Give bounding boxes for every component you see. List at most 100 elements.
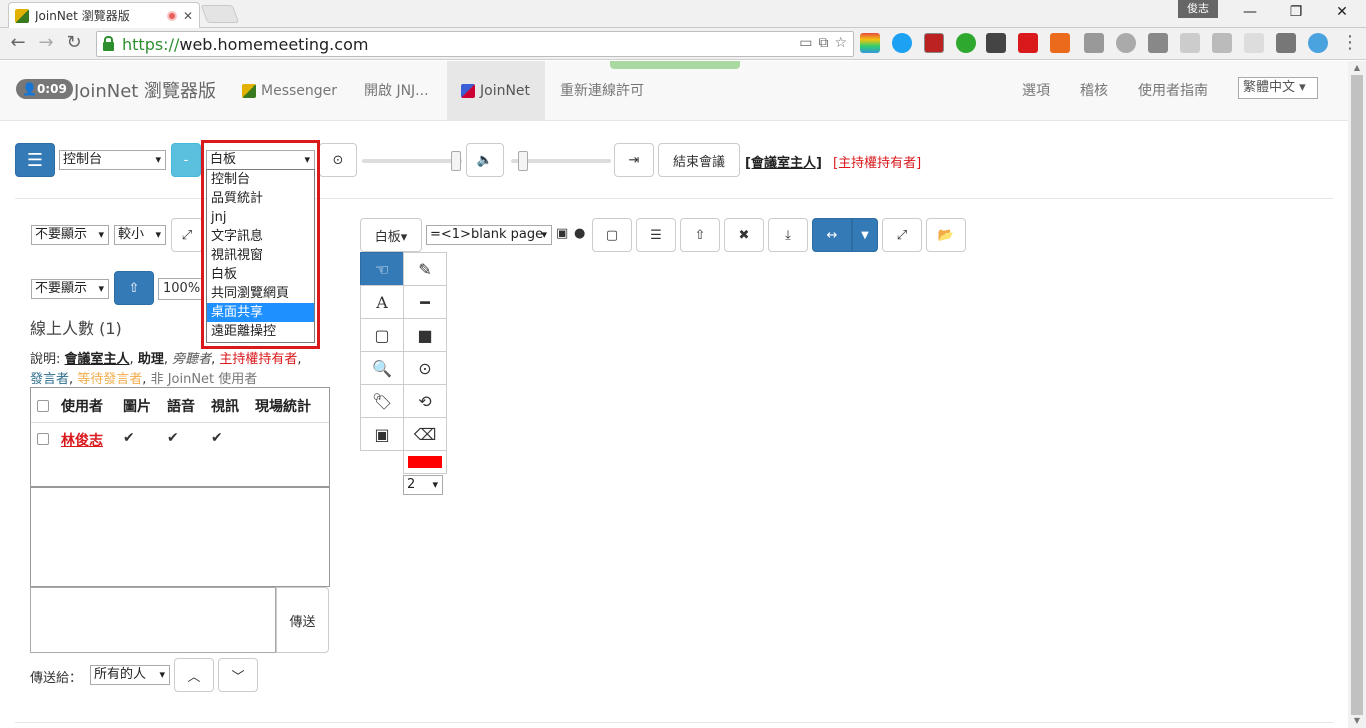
exif-icon[interactable] bbox=[1244, 33, 1264, 53]
nav-options[interactable]: 選項 bbox=[1008, 61, 1064, 121]
new-tab-button[interactable] bbox=[200, 5, 240, 23]
reload-icon[interactable]: ↻ bbox=[62, 32, 86, 56]
scroll-down-icon[interactable]: ▼ bbox=[1351, 716, 1363, 725]
retweet-tool[interactable]: ⟲ bbox=[403, 384, 447, 418]
row-checkbox[interactable] bbox=[37, 433, 49, 445]
chat-input[interactable] bbox=[30, 587, 276, 653]
select-all-checkbox[interactable] bbox=[37, 400, 49, 412]
send-button[interactable]: 傳送 bbox=[276, 587, 329, 653]
color-picker[interactable] bbox=[403, 450, 447, 474]
display-select-2[interactable]: 不要顯示 bbox=[31, 279, 109, 299]
skype-icon[interactable] bbox=[892, 33, 912, 53]
expand-icon: ⤢ bbox=[896, 227, 908, 243]
browser-user-button[interactable]: 俊志 bbox=[1178, 0, 1218, 18]
text-tool[interactable]: A bbox=[360, 285, 404, 319]
extension-stack-icon[interactable] bbox=[860, 33, 880, 53]
stop-button[interactable]: ▢ bbox=[592, 218, 632, 252]
nav-user-guide[interactable]: 使用者指南 bbox=[1124, 61, 1222, 121]
send-to-select[interactable]: 所有的人 bbox=[90, 665, 170, 685]
display-select-1[interactable]: 不要顯示 bbox=[31, 225, 109, 245]
office-icon[interactable] bbox=[1050, 33, 1070, 53]
chat-log[interactable] bbox=[30, 487, 330, 587]
fullscreen-button[interactable]: ⤢ bbox=[882, 218, 922, 252]
mode-select[interactable]: 控制台 bbox=[59, 150, 166, 170]
forward-arrow-icon[interactable]: → bbox=[34, 32, 58, 56]
open-folder-button[interactable]: 📂 bbox=[926, 218, 966, 252]
mic-volume-slider[interactable] bbox=[362, 159, 462, 163]
end-meeting-button[interactable]: 結束會議 bbox=[658, 143, 740, 177]
url-host: web.homemeeting.com bbox=[179, 34, 369, 54]
exit-button[interactable]: ⇥ bbox=[614, 143, 654, 177]
size-select[interactable]: 較小 bbox=[114, 225, 166, 245]
drive-icon[interactable] bbox=[1212, 33, 1232, 53]
list-button[interactable]: ☰ bbox=[636, 218, 676, 252]
minimize-button[interactable]: — bbox=[1228, 0, 1272, 26]
evernote-icon[interactable] bbox=[956, 33, 976, 53]
expand-left-button[interactable]: ⤢ bbox=[171, 218, 203, 252]
pdf-extension-icon[interactable] bbox=[1018, 33, 1038, 53]
circle-tool[interactable]: ⊙ bbox=[403, 351, 447, 385]
rectangle-tool[interactable]: ▢ bbox=[360, 318, 404, 352]
window-close-button[interactable]: ✕ bbox=[1320, 0, 1364, 26]
record-icon: ⊙ bbox=[332, 152, 344, 168]
eraser-tool[interactable]: ⌫ bbox=[403, 417, 447, 451]
scroll-down-button[interactable]: ﹀ bbox=[218, 658, 258, 692]
picture-tool[interactable]: ▣ bbox=[360, 417, 404, 451]
nav-joinnet[interactable]: JoinNet bbox=[447, 61, 545, 121]
speaker-button[interactable]: 🔈 bbox=[466, 143, 504, 177]
fit-width-button[interactable]: ↔ bbox=[812, 218, 852, 252]
minus-button[interactable]: - bbox=[171, 143, 201, 177]
bookmark-star-icon[interactable]: ☆ bbox=[834, 35, 847, 51]
book-extension-icon[interactable] bbox=[924, 33, 944, 53]
nav-reconnect-permission[interactable]: 重新連線許可 bbox=[546, 61, 658, 121]
back-arrow-icon[interactable]: ← bbox=[6, 32, 30, 56]
restore-button[interactable]: ❐ bbox=[1274, 0, 1318, 26]
menu-kebab-icon[interactable]: ⋮ bbox=[1338, 32, 1362, 56]
role-legend-line2: 發言者, 等待發言者, 非 JoinNet 使用者 bbox=[30, 372, 258, 387]
upload-button[interactable]: ⇧ bbox=[114, 271, 154, 305]
tag-tool[interactable]: 🏷 bbox=[360, 384, 404, 418]
close-tab-icon[interactable]: ✕ bbox=[183, 9, 193, 23]
gray-extension-icon[interactable] bbox=[1180, 33, 1200, 53]
image-icon[interactable]: ▣ bbox=[556, 226, 568, 241]
page-scrollbar[interactable]: ▲ ▼ bbox=[1348, 61, 1366, 728]
eyes-extension-icon[interactable] bbox=[1276, 33, 1296, 53]
line-width-select[interactable]: 2 bbox=[403, 475, 443, 495]
zoom-input[interactable]: 100% bbox=[158, 278, 204, 300]
scroll-up-button[interactable]: ︿ bbox=[174, 658, 214, 692]
lite-extension-icon[interactable] bbox=[986, 33, 1006, 53]
filled-rectangle-tool[interactable]: ■ bbox=[403, 318, 447, 352]
m-extension-icon[interactable] bbox=[1116, 33, 1136, 53]
scroll-up-icon[interactable]: ▲ bbox=[1351, 63, 1363, 72]
record-button[interactable]: ⊙ bbox=[319, 143, 357, 177]
delete-button[interactable]: ✖ bbox=[724, 218, 764, 252]
pencil-tool[interactable]: ✎ bbox=[403, 252, 447, 286]
menu-button[interactable]: ☰ bbox=[15, 143, 55, 177]
page-select[interactable]: =<1>blank page bbox=[426, 225, 552, 245]
nav-messenger[interactable]: Messenger bbox=[228, 61, 351, 121]
address-bar[interactable]: https:// web.homemeeting.com ▭ ⧉ ☆ bbox=[96, 31, 854, 57]
screen-extension-icon[interactable] bbox=[1084, 33, 1104, 53]
mic-slider-handle[interactable] bbox=[451, 151, 461, 171]
zoom-tool[interactable]: 🔍 bbox=[360, 351, 404, 385]
download-button[interactable]: ⤓ bbox=[768, 218, 808, 252]
language-select[interactable]: 繁體中文 ▾ bbox=[1238, 77, 1318, 99]
browser-tab[interactable]: JoinNet 瀏覽器版 ✕ bbox=[8, 2, 200, 28]
row-user[interactable]: 林俊志 bbox=[61, 430, 103, 450]
translate-icon[interactable]: ⧉ bbox=[818, 35, 828, 51]
camera-icon[interactable]: ▭ bbox=[799, 35, 812, 51]
upload-page-button[interactable]: ⇧ bbox=[680, 218, 720, 252]
line-tool[interactable]: ━ bbox=[403, 285, 447, 319]
nav-audit[interactable]: 稽核 bbox=[1066, 61, 1122, 121]
speaker-slider-handle[interactable] bbox=[518, 151, 528, 171]
check-circle-icon[interactable]: ● bbox=[574, 226, 585, 241]
whiteboard-mode-button[interactable]: 白板▾ bbox=[360, 218, 422, 252]
fit-dropdown-button[interactable]: ▼ bbox=[852, 218, 878, 252]
table-row[interactable]: 林俊志 ✔ ✔ ✔ bbox=[31, 424, 329, 452]
app-brand[interactable]: JoinNet 瀏覽器版 bbox=[74, 77, 216, 103]
scroll-thumb[interactable] bbox=[1351, 75, 1363, 715]
s-extension-icon[interactable] bbox=[1148, 33, 1168, 53]
pointer-tool[interactable]: ☜ bbox=[360, 252, 404, 286]
cloud-icon[interactable] bbox=[1308, 33, 1328, 53]
nav-open-jnj[interactable]: 開啟 JNJ... bbox=[350, 61, 443, 121]
